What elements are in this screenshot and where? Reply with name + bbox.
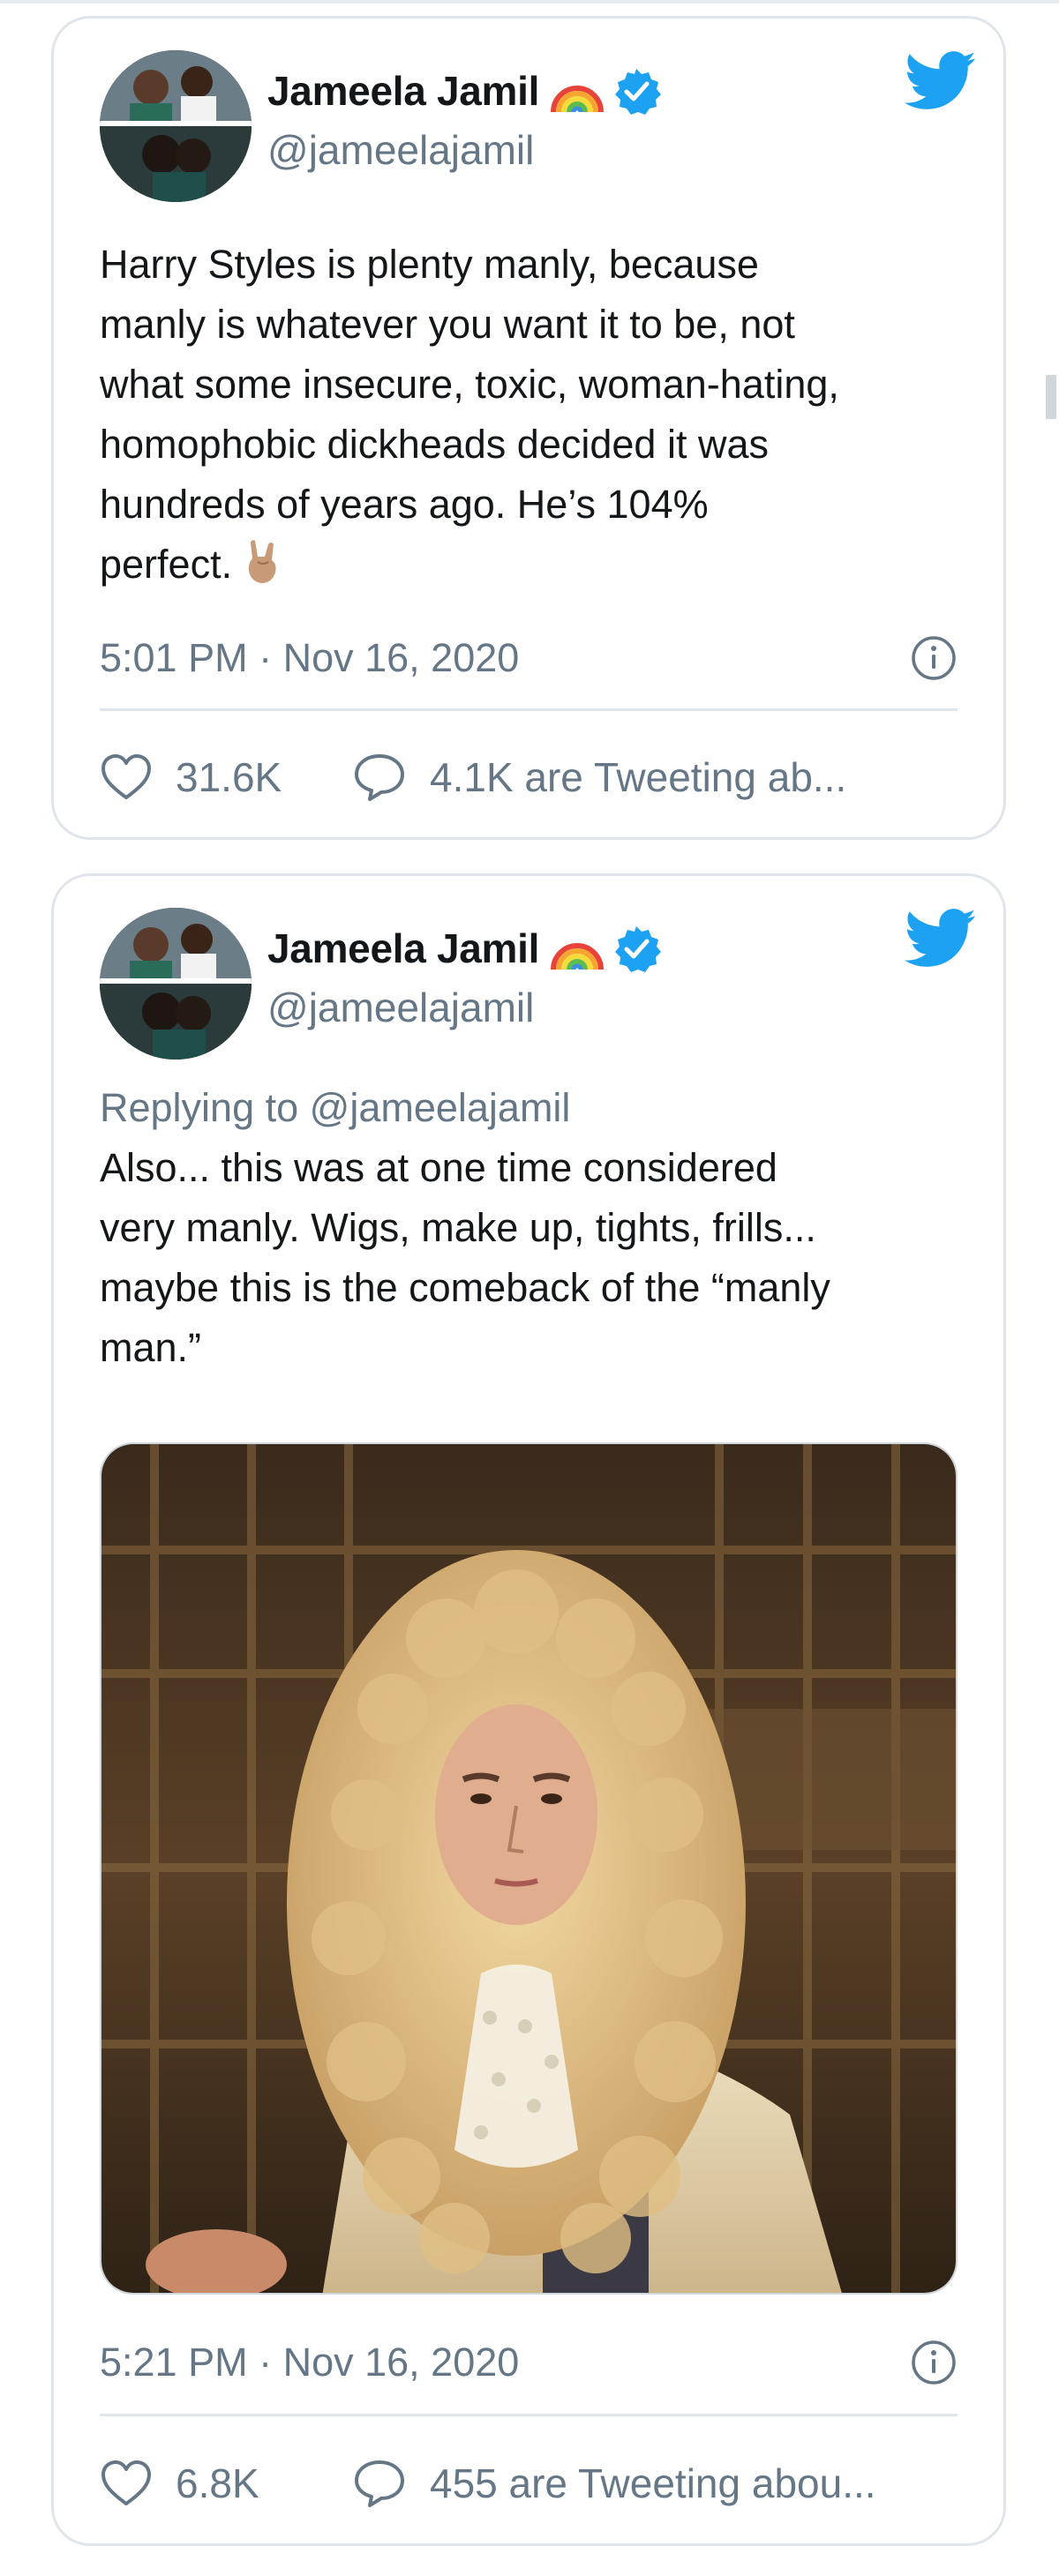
author-handle[interactable]: @jameelajamil bbox=[267, 126, 534, 174]
reply-context: Replying to @jameelajamil bbox=[100, 1085, 570, 1131]
tweet-photo[interactable] bbox=[100, 1442, 958, 2295]
rainbow-icon bbox=[551, 86, 605, 113]
tweet-text: Harry Styles is plenty manly, because ma… bbox=[100, 242, 839, 587]
tweet-text: Also... this was at one time considered … bbox=[100, 1145, 830, 1370]
rainbow-icon bbox=[551, 943, 605, 970]
divider bbox=[100, 708, 958, 711]
author-handle[interactable]: @jameelajamil bbox=[267, 984, 534, 1031]
like-button[interactable]: 31.6K bbox=[100, 753, 352, 802]
like-button[interactable]: 6.8K bbox=[100, 2459, 352, 2508]
sign-of-the-horns-emoji bbox=[248, 540, 276, 583]
twitter-bird-icon[interactable] bbox=[905, 908, 977, 970]
conversation-label: 455 are Tweeting abou... bbox=[430, 2460, 876, 2506]
like-count: 6.8K bbox=[176, 2460, 259, 2506]
avatar[interactable] bbox=[100, 50, 252, 202]
like-count: 31.6K bbox=[176, 754, 282, 800]
author-name[interactable]: Jameela Jamil bbox=[267, 67, 539, 115]
reply-bubble-icon bbox=[355, 2460, 404, 2507]
verified-badge-icon bbox=[615, 926, 662, 972]
heart-icon bbox=[101, 754, 151, 799]
avatar[interactable] bbox=[100, 908, 252, 1060]
conversation-button[interactable]: 455 are Tweeting abou... bbox=[352, 2458, 876, 2509]
tweet-timestamp[interactable]: 5:01 PM · Nov 16, 2020 bbox=[100, 635, 519, 681]
info-icon[interactable] bbox=[910, 2339, 958, 2386]
tweet-card[interactable]: Jameela Jamil @jameelajamil Replying to … bbox=[51, 873, 1006, 2546]
reply-handle-link[interactable]: @jameelajamil bbox=[310, 1085, 571, 1130]
scrollbar[interactable] bbox=[1046, 375, 1056, 419]
heart-icon bbox=[101, 2460, 151, 2505]
tweet-timestamp[interactable]: 5:21 PM · Nov 16, 2020 bbox=[100, 2340, 519, 2385]
verified-badge-icon bbox=[615, 69, 662, 115]
divider bbox=[100, 2414, 958, 2416]
top-border bbox=[0, 0, 1059, 4]
conversation-button[interactable]: 4.1K are Tweeting ab... bbox=[352, 752, 846, 803]
author-name[interactable]: Jameela Jamil bbox=[267, 925, 539, 972]
reply-bubble-icon bbox=[355, 754, 404, 801]
conversation-label: 4.1K are Tweeting ab... bbox=[430, 754, 847, 800]
info-icon[interactable] bbox=[910, 634, 958, 682]
tweet-card[interactable]: Jameela Jamil @jameelajamil Harry Styles… bbox=[51, 16, 1006, 840]
twitter-bird-icon[interactable] bbox=[905, 50, 977, 112]
reply-prefix: Replying to bbox=[100, 1085, 299, 1130]
